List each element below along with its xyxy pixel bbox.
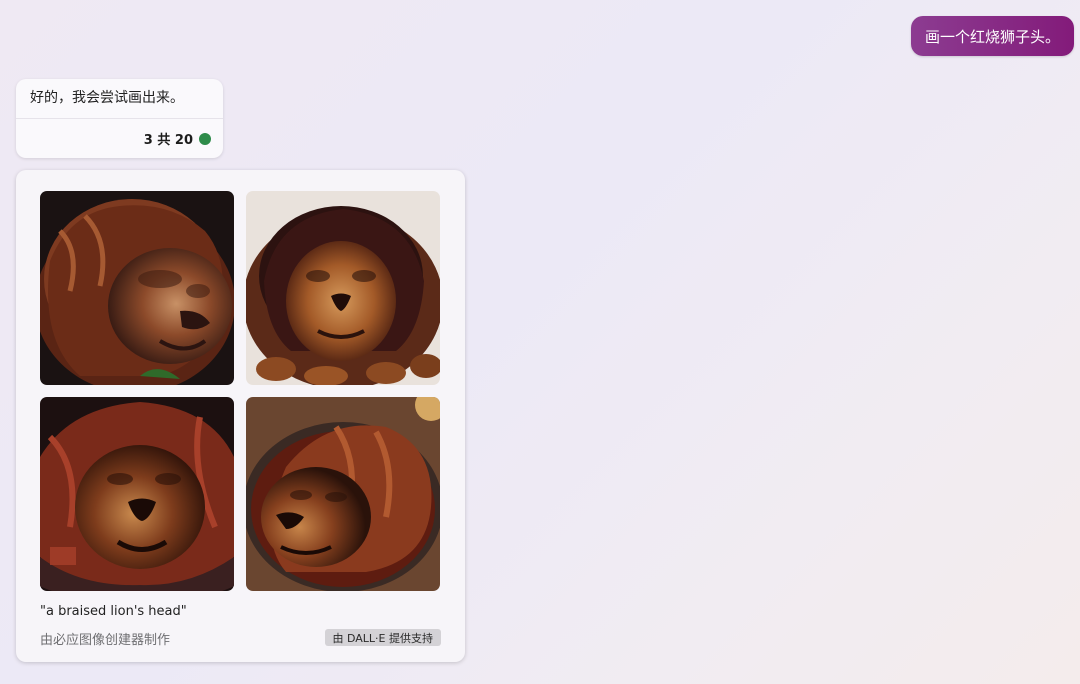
generated-image-3[interactable]	[40, 397, 234, 591]
lion-head-image-2	[246, 191, 440, 385]
generated-image-2[interactable]	[246, 191, 440, 385]
image-result-card: "a braised lion's head" 由必应图像创建器制作 由 DAL…	[16, 170, 465, 662]
bot-message-bubble: 好的，我会尝试画出来。 3 共 20	[16, 79, 223, 158]
generated-image-1[interactable]	[40, 191, 234, 385]
powered-by-badge: 由 DALL·E 提供支持	[324, 629, 441, 646]
image-prompt-caption: "a braised lion's head"	[40, 604, 187, 619]
status-dot-icon	[199, 132, 211, 145]
lion-head-image-3	[40, 397, 234, 591]
lion-head-image-1	[40, 191, 234, 385]
user-message-bubble: 画一个红烧狮子头。	[910, 16, 1074, 56]
turn-counter: 3 共 20	[143, 133, 193, 148]
generated-image-4[interactable]	[246, 397, 440, 591]
lion-head-image-4	[246, 397, 440, 591]
bot-message-footer: 3 共 20	[16, 119, 223, 158]
user-message-text: 画一个红烧狮子头。	[924, 27, 1060, 46]
image-creator-credit: 由必应图像创建器制作	[40, 633, 171, 648]
bot-message-text: 好的，我会尝试画出来。	[30, 90, 184, 106]
